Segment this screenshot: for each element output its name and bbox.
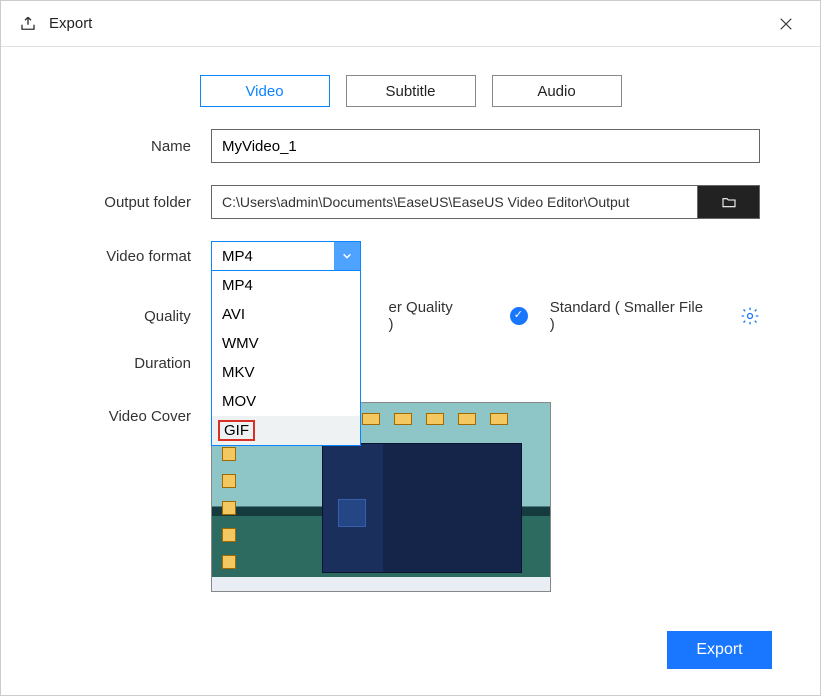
tab-bar: Video Subtitle Audio: [1, 75, 820, 107]
output-folder-input[interactable]: C:\Users\admin\Documents\EaseUS\EaseUS V…: [211, 185, 698, 219]
quality-label: Quality: [61, 308, 211, 325]
format-option-mp4[interactable]: MP4: [212, 271, 360, 300]
video-cover-label: Video Cover: [61, 402, 211, 425]
close-button[interactable]: [770, 8, 802, 40]
quality-standard-label: Standard ( Smaller File ): [550, 299, 712, 333]
export-button[interactable]: Export: [667, 631, 772, 669]
video-format-dropdown: MP4 AVI WMV MKV MOV GIF: [211, 271, 361, 446]
name-label: Name: [61, 138, 211, 155]
format-option-mkv[interactable]: MKV: [212, 358, 360, 387]
output-folder-label: Output folder: [61, 194, 211, 211]
format-option-gif[interactable]: GIF: [212, 416, 360, 445]
tab-audio[interactable]: Audio: [492, 75, 622, 107]
tab-video[interactable]: Video: [200, 75, 330, 107]
quality-high-label-partial: er Quality ): [389, 299, 462, 333]
chevron-down-icon: [334, 242, 360, 270]
name-input[interactable]: [211, 129, 760, 163]
window-title: Export: [49, 15, 92, 32]
settings-gear-icon[interactable]: [740, 306, 760, 326]
format-option-wmv[interactable]: WMV: [212, 329, 360, 358]
quality-standard-radio[interactable]: [510, 307, 528, 325]
format-option-avi[interactable]: AVI: [212, 300, 360, 329]
video-format-label: Video format: [61, 248, 211, 265]
video-format-select[interactable]: MP4: [211, 241, 361, 271]
format-option-mov[interactable]: MOV: [212, 387, 360, 416]
video-format-selected: MP4: [222, 248, 253, 265]
duration-label: Duration: [61, 355, 211, 372]
browse-folder-button[interactable]: [698, 185, 760, 219]
export-icon: [19, 15, 37, 33]
tab-subtitle[interactable]: Subtitle: [346, 75, 476, 107]
